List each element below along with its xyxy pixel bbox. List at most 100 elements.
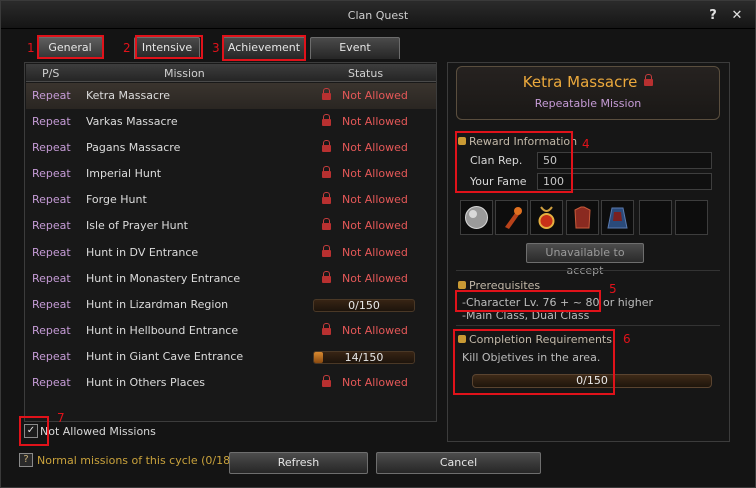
header-mission: Mission [164, 67, 205, 80]
lock-icon [322, 271, 331, 283]
lock-icon [322, 114, 331, 126]
not-allowed-label: Not Allowed Missions [40, 425, 156, 438]
lock-icon [322, 245, 331, 257]
progress-text: 14/150 [344, 351, 384, 364]
annotation-number: 3 [212, 41, 220, 55]
prereq-icon [458, 281, 466, 289]
mission-type: Repeat [32, 324, 71, 337]
annotation-number: 2 [123, 41, 131, 55]
mission-name: Imperial Hunt [86, 167, 162, 180]
mission-status: Not Allowed [342, 376, 408, 389]
mission-type: Repeat [32, 350, 71, 363]
mission-status: Not Allowed [342, 89, 408, 102]
header-ps: P/S [42, 67, 60, 80]
reward-slot-empty [639, 200, 672, 235]
table-row[interactable]: Repeat Hunt in Giant Cave Entrance 14/15… [26, 344, 436, 370]
close-icon[interactable]: ✕ [730, 9, 744, 23]
annotation-box [453, 329, 615, 395]
annotation-number: 5 [609, 282, 617, 296]
table-row[interactable]: Repeat Ketra Massacre Not Allowed [26, 83, 436, 109]
reward-item-cloak[interactable] [601, 200, 634, 235]
mission-status: Not Allowed [342, 115, 408, 128]
mission-subtitle: Repeatable Mission [534, 97, 642, 110]
table-row[interactable]: Repeat Hunt in Lizardman Region 0/150 [26, 292, 436, 318]
reward-item-armor[interactable] [566, 200, 599, 235]
annotation-box [455, 290, 601, 312]
progress-fill [314, 352, 324, 363]
mission-progress-bar: 14/150 [313, 351, 415, 364]
unavailable-button[interactable]: Unavailable to accept [526, 243, 644, 277]
annotation-number: 4 [582, 137, 590, 151]
mission-title: Ketra Massacre [457, 73, 719, 91]
table-row[interactable]: Repeat Varkas Massacre Not Allowed [26, 109, 436, 135]
mission-status: Not Allowed [342, 324, 408, 337]
mission-name: Isle of Prayer Hunt [86, 219, 188, 232]
mission-status: Not Allowed [342, 246, 408, 259]
reward-item-orb[interactable] [460, 200, 493, 235]
mission-type: Repeat [32, 89, 71, 102]
mission-name: Ketra Massacre [86, 89, 171, 102]
annotation-box [455, 131, 573, 193]
mission-status: Not Allowed [342, 193, 408, 206]
refresh-button[interactable]: Refresh [229, 452, 368, 474]
mission-name: Forge Hunt [86, 193, 147, 206]
mission-type: Repeat [32, 376, 71, 389]
lock-icon [322, 218, 331, 230]
table-row[interactable]: Repeat Pagans Massacre Not Allowed [26, 135, 436, 161]
table-row[interactable]: Repeat Hunt in DV Entrance Not Allowed [26, 240, 436, 266]
lock-icon [322, 140, 331, 152]
annotation-number: 6 [623, 332, 631, 346]
mission-status: Not Allowed [342, 167, 408, 180]
mission-name: Varkas Massacre [86, 115, 178, 128]
progress-text: 0/150 [348, 299, 380, 312]
mission-type: Repeat [32, 298, 71, 311]
mission-type: Repeat [32, 167, 71, 180]
mission-type: Repeat [32, 246, 71, 259]
table-row[interactable]: Repeat Hunt in Others Places Not Allowed [26, 370, 436, 396]
lock-icon [322, 375, 331, 387]
mission-status: Not Allowed [342, 272, 408, 285]
divider [456, 325, 720, 326]
reward-slot-empty [675, 200, 708, 235]
table-row[interactable]: Repeat Hunt in Hellbound Entrance Not Al… [26, 318, 436, 344]
help-icon[interactable]: ? [706, 9, 720, 23]
annotation-box [135, 35, 203, 59]
title-bar[interactable]: Clan Quest ? ✕ [1, 1, 755, 29]
mission-status: Not Allowed [342, 141, 408, 154]
reward-item-amulet[interactable] [530, 200, 563, 235]
mission-name: Hunt in Monastery Entrance [86, 272, 241, 285]
table-row[interactable]: Repeat Forge Hunt Not Allowed [26, 187, 436, 213]
mission-type: Repeat [32, 141, 71, 154]
annotation-box [222, 35, 306, 61]
mission-type: Repeat [32, 115, 71, 128]
mission-type: Repeat [32, 272, 71, 285]
table-row[interactable]: Repeat Imperial Hunt Not Allowed [26, 161, 436, 187]
lock-icon [322, 88, 331, 100]
lock-icon [322, 166, 331, 178]
lock-icon [644, 74, 654, 86]
mission-list-panel: P/S Mission Status Repeat Ketra Massacre… [24, 62, 437, 422]
cancel-button[interactable]: Cancel [376, 452, 541, 474]
table-row[interactable]: Repeat Isle of Prayer Hunt Not Allowed [26, 213, 436, 239]
annotation-number: 1 [27, 41, 35, 55]
mission-name: Hunt in Lizardman Region [86, 298, 229, 311]
mission-status: Not Allowed [342, 219, 408, 232]
mission-name: Hunt in Hellbound Entrance [86, 324, 239, 337]
mission-header: Ketra Massacre Repeatable Mission [456, 66, 720, 120]
table-row[interactable]: Repeat Hunt in Monastery Entrance Not Al… [26, 266, 436, 292]
mission-name: Hunt in Giant Cave Entrance [86, 350, 244, 363]
list-header: P/S Mission Status [26, 64, 436, 82]
lock-icon [322, 323, 331, 335]
help-icon[interactable]: ? [19, 453, 33, 467]
mission-progress-bar: 0/150 [313, 299, 415, 312]
mission-type: Repeat [32, 219, 71, 232]
annotation-box [37, 35, 104, 59]
header-status: Status [348, 67, 384, 80]
tab-event[interactable]: Event [310, 37, 400, 59]
annotation-number: 7 [57, 411, 65, 425]
lock-icon [322, 192, 331, 204]
window-title: Clan Quest [347, 9, 409, 22]
reward-item-scroll[interactable] [495, 200, 528, 235]
cycle-text: Normal missions of this cycle (0/18) [37, 454, 235, 467]
mission-type: Repeat [32, 193, 71, 206]
